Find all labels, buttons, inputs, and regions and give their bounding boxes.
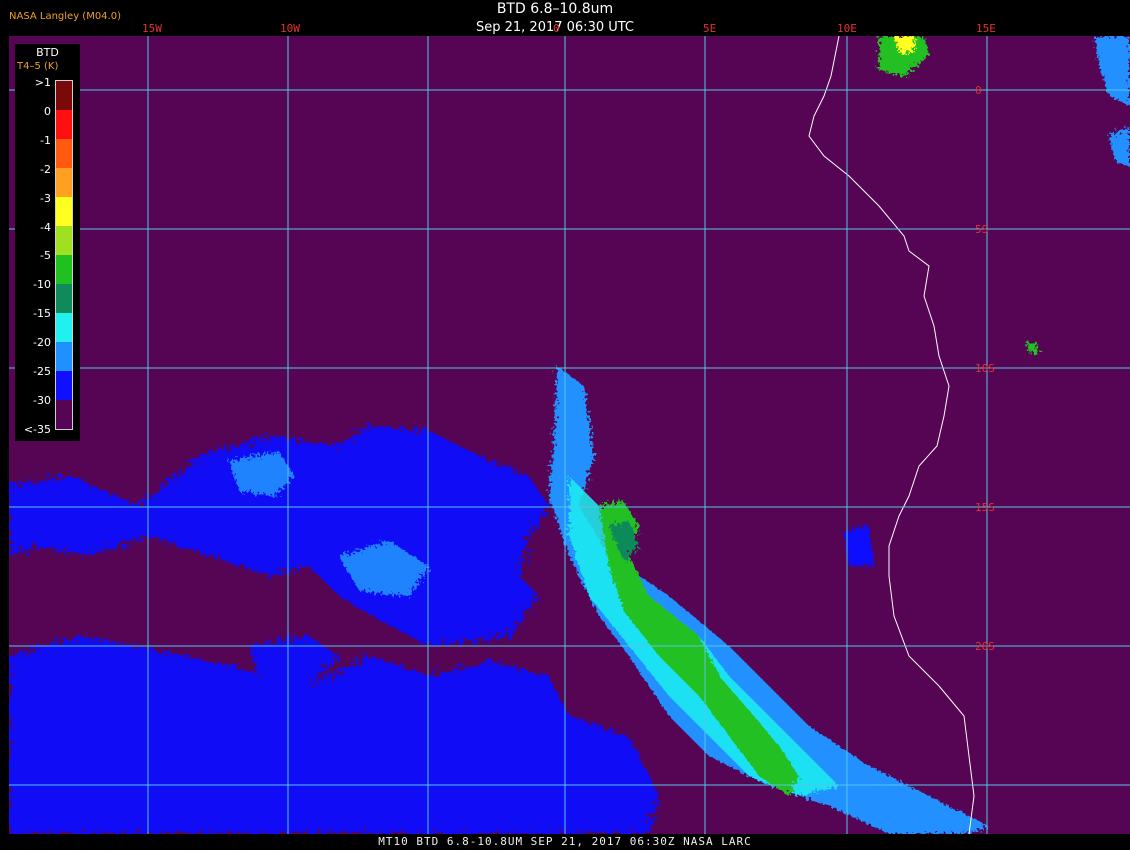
latitude-label: 0 (975, 84, 982, 97)
legend-swatch (56, 400, 72, 429)
legend-swatch (56, 313, 72, 342)
legend-tick-label: >1 (34, 76, 51, 89)
legend-swatch (56, 139, 72, 168)
legend-tick-label: -5 (40, 249, 51, 263)
color-legend: BTD T4–5 (K) >1 0 -1 -2 -3 -4 -5 -10 -15 -20 -25 -3… (15, 44, 80, 441)
legend-tick-label: -20 (33, 336, 51, 350)
latitude-label: 15S (975, 501, 995, 514)
legend-tick-label: <-35 (23, 422, 51, 436)
footer-caption: MT10 BTD 6.8-10.8UM SEP 21, 2017 06:30Z … (0, 834, 1130, 850)
legend-swatch (56, 342, 72, 371)
legend-swatch (56, 284, 72, 313)
longitude-label: 0 (553, 22, 560, 35)
longitude-label: 5E (703, 22, 717, 35)
legend-tick-label: 0 (44, 104, 51, 118)
satellite-map[interactable]: 0 5S 10S 15S 20S (9, 36, 1130, 834)
legend-tick-label: -3 (40, 191, 51, 205)
legend-swatch (56, 197, 72, 226)
legend-swatch (56, 255, 72, 284)
product-title: BTD 6.8–10.8um (496, 1, 614, 17)
legend-swatch (56, 168, 72, 197)
latitude-label: 10S (975, 362, 995, 375)
latitude-label: 20S (975, 640, 995, 653)
longitude-label: 10E (837, 22, 857, 35)
legend-tick-label: -4 (40, 220, 51, 234)
datetime-label: Sep 21, 2017 06:30 UTC (475, 20, 635, 35)
longitude-label: 10W (280, 22, 300, 35)
legend-swatch (56, 371, 72, 400)
legend-tick-label: -30 (33, 393, 51, 407)
legend-tick-label: -1 (40, 133, 51, 147)
coastline (808, 36, 975, 834)
legend-swatch (56, 110, 72, 139)
legend-subtitle: T4–5 (K) (17, 61, 59, 72)
legend-swatch (56, 81, 72, 110)
latitude-label: 5S (975, 223, 989, 236)
legend-tick-label: -10 (33, 278, 51, 292)
longitude-label: 15W (142, 22, 162, 35)
legend-tick-label: -25 (33, 365, 51, 378)
header-bar: NASA Langley (M04.0) BTD 6.8–10.8um Sep … (0, 0, 1130, 36)
legend-colorbar (55, 80, 73, 430)
legend-tick-label: -2 (40, 162, 51, 176)
longitude-label: 15E (976, 22, 996, 35)
legend-tick-label: -15 (33, 307, 51, 321)
map-canvas (9, 36, 1130, 834)
legend-swatch (56, 226, 72, 255)
legend-title: BTD (36, 46, 59, 59)
